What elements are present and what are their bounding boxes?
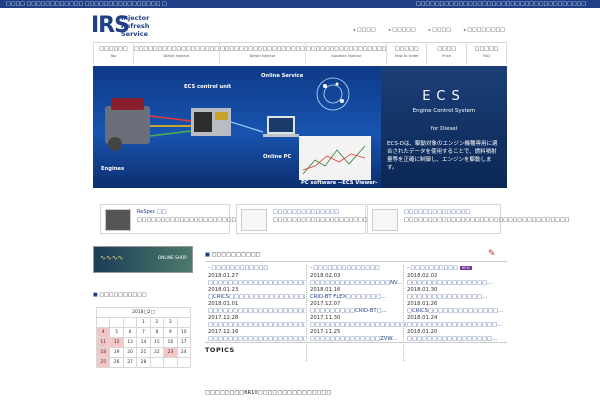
laptop-illustration — [263, 116, 299, 137]
site-logo[interactable]: IRS Injector Refresh Service — [91, 13, 161, 43]
hero-label-ecu: ECS control unit — [184, 84, 232, 90]
news-link[interactable]: □□□□□□□□□□□□□□□□... — [407, 280, 504, 287]
feature-diesel-injector[interactable]: □□□□□□□□□□□□□□ □□□□□□□□□□□□□□□□□□□□□□□□□… — [236, 204, 462, 234]
nav-item-faq[interactable]: □□□□□ FAQ — [466, 43, 508, 64]
feature-desc: □□□□□□□□□□□□□□□□□□□□□□□□□□□□□□□□□□□□□□□□ — [273, 217, 462, 224]
news-link[interactable]: □□□□□□□□□□□□□□□□NV... — [310, 280, 407, 287]
news-link[interactable]: □□□□□□□□□□□□□□□... — [407, 294, 504, 301]
news-column-heading[interactable]: □□□□□□□□□□NEW — [407, 265, 504, 271]
news-link[interactable]: □□□□□□□□□□□□□□□□□□□□... — [310, 322, 407, 329]
news-heading: □□□□□□□□□□ — [205, 248, 507, 262]
global-nav: □□□□□□ Top □□□□□□□□□□□□□□□□□□ Diesel Injec… — [93, 42, 508, 64]
news-link[interactable]: □CRICS□□□□□□□□□□□□□□... — [407, 308, 504, 315]
feature-gasoline-injector[interactable]: □□□□□□□□□□□□□□ □□□□□□□□□□□□□□□□□□□□□□□□□… — [367, 204, 570, 234]
network-globe-illustration — [316, 77, 350, 111]
hero-label-engines: Engines — [101, 166, 125, 172]
hero-diesel: for Diesel — [430, 126, 458, 132]
hero-ecs-panel: ECS Engine Control System for Diesel ECS… — [381, 66, 507, 188]
new-badge: NEW — [459, 266, 472, 270]
nav-item-diesel-1[interactable]: □□□□□□□□□□□□□□□□□□ Diesel Injector — [132, 43, 219, 64]
hero-label-pc: Online PC — [263, 154, 292, 160]
nav-item-diesel-2[interactable]: □□□□□□□□□□□□□□□□□□ Diesel Injector — [218, 43, 305, 64]
top-strip: □□□□ □□□□□□□□□□□□ □□□□□□□□□□□□□□□□ □ □□□… — [0, 0, 600, 8]
feature-title: □□□□□□□□□□□□□□ — [273, 209, 340, 215]
hero-subtitle: Engine Control System — [412, 108, 476, 114]
hero-label-software: PC software --ECS Viewer- — [301, 180, 378, 186]
news-column-2: □□□□□□□□□□□□□□ 2018.02.03□□□□□□□□□□□□□□□… — [310, 265, 407, 343]
news-link[interactable]: □□□□□□□□□□□□□□□□□□... — [407, 322, 504, 329]
news-link[interactable]: □□□□□□□□□CRID-BT□... — [310, 308, 407, 315]
feature-title: ReSpec □□ — [137, 209, 167, 215]
software-screenshot — [299, 136, 371, 180]
utility-link[interactable]: □□□□□□□□ — [464, 27, 505, 33]
hero-banner[interactable]: ECS control unit Online Service Online P… — [93, 66, 507, 188]
nav-item-top[interactable]: □□□□□□ Top — [93, 43, 133, 64]
header: IRS Injector Refresh Service □□□□ □□□□□ … — [0, 8, 600, 40]
news-link[interactable]: □□□□□□□□□□□□□□□□□□□□□□... — [208, 322, 305, 329]
logo-wordmark: Injector Refresh Service — [121, 14, 150, 38]
news-link[interactable]: CRID-BT FLEX□□□□□□□... — [310, 294, 407, 301]
ecu-illustration — [191, 108, 231, 136]
nav-item-gasoline[interactable]: □□□□□□□□□□□□□□□□□ Gasoline Injector — [305, 43, 386, 64]
top-strip-right-text: □□□□□□□□□□□□□□□□□□□□□□□□□□□□□□□□□□□□ — [415, 1, 586, 7]
news-link[interactable]: □CRICS□□□□□□□□□□□□□□□□□□... — [208, 294, 305, 301]
business-calendar: 2018□2□ 123 4 5 6 7 8 9 10 11 12 13 14 15 16 17 18 19… — [95, 307, 192, 368]
news-column-3: □□□□□□□□□□NEW 2018.02.02□□□□□□□□□□□□□□□□… — [407, 265, 504, 343]
feature-desc: □□□□□□□□□□□□□□□□□□□□□□□□□□□□□□□□□□□ — [404, 217, 570, 223]
injector-icon — [241, 209, 267, 231]
gasoline-injector-icon — [372, 209, 398, 231]
topics-heading: TOPICS — [205, 342, 507, 354]
hero-description: ECS-Dは、駆動対象のエンジン機種専用に適合されたデータを使用することで、燃料… — [387, 141, 498, 171]
hero-label-online: Online Service — [261, 73, 304, 79]
topics-item[interactable]: □□□□□□□□6R10□□□□□□□□□□□□□□□ — [205, 390, 331, 396]
feature-desc: □□□□□□□□□□□□□□□□□□□□□□□□□□□□□□□□□□□□ — [137, 217, 308, 223]
utility-links: □□□□ □□□□□ □□□□ □□□□□□□□ — [354, 27, 505, 33]
nav-item-how-to-order[interactable]: □□□□□ How to Order — [386, 43, 426, 64]
online-shop-banner[interactable]: ∿∿∿∿ ONLINE SHOP — [93, 246, 193, 273]
shop-logo-script: ∿∿∿∿ — [100, 254, 124, 262]
calendar-heading: □□□□□□□□□□ — [93, 290, 193, 300]
nav-item-price[interactable]: □□□□ Price — [426, 43, 466, 64]
calendar-month: 2018□2□ — [96, 307, 191, 318]
news-link[interactable]: □□□□□□□□□□□□□□□□□□□□□... — [208, 280, 305, 287]
news-column-heading[interactable]: □□□□□□□□□□□□□□ — [310, 265, 407, 271]
utility-link[interactable]: □□□□ — [429, 27, 451, 33]
news-column-1: □□□□□□□□□□□□ 2018.01.27□□□□□□□□□□□□□□□□□… — [208, 265, 305, 343]
pen-icon: ✎ — [488, 249, 496, 259]
hero-diagram: ECS control unit Online Service Online P… — [93, 66, 381, 188]
top-strip-left-text: □□□□ □□□□□□□□□□□□ □□□□□□□□□□□□□□□□ □ — [6, 1, 167, 7]
shop-label: ONLINE SHOP — [158, 255, 187, 260]
ecs-system-diagram — [105, 77, 371, 180]
feature-title: □□□□□□□□□□□□□□ — [404, 209, 471, 215]
respec-icon — [105, 209, 131, 231]
news-column-heading[interactable]: □□□□□□□□□□□□ — [208, 265, 305, 271]
utility-link[interactable]: □□□□□ — [389, 27, 416, 33]
hero-title: ECS — [422, 89, 466, 104]
news-link[interactable]: □□□□□□□□□□□□□□□□□□□□□□... — [208, 308, 305, 315]
engine-illustration — [105, 98, 150, 151]
feature-respec[interactable]: ReSpec □□ □□□□□□□□□□□□□□□□□□□□□□□□□□□□□□… — [100, 204, 308, 234]
utility-link[interactable]: □□□□ — [354, 27, 376, 33]
